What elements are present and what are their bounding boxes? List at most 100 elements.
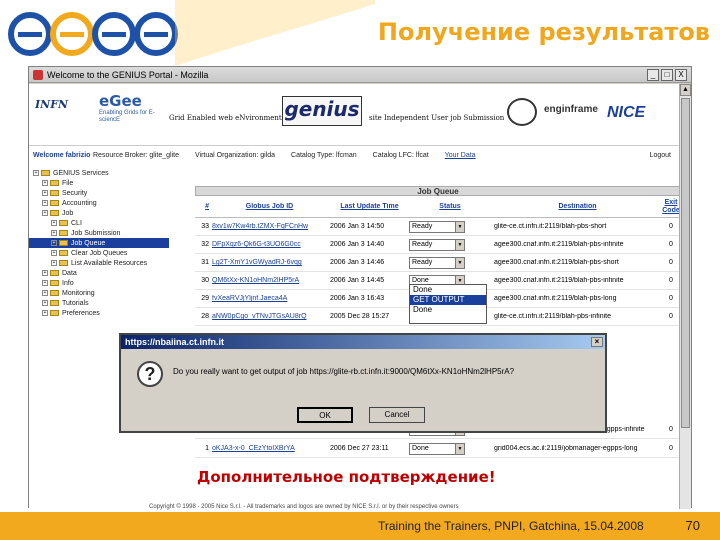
folder-icon bbox=[59, 250, 68, 256]
sidebar-item[interactable]: + Security bbox=[29, 188, 169, 198]
sidebar-item[interactable]: + Accounting bbox=[29, 198, 169, 208]
chevron-down-icon[interactable]: ▼ bbox=[455, 239, 464, 250]
sidebar-item[interactable]: + Tutorials bbox=[29, 298, 169, 308]
col-status[interactable]: Status bbox=[409, 203, 491, 210]
status-select[interactable]: Ready ▼ bbox=[409, 256, 465, 269]
expand-icon[interactable]: + bbox=[42, 280, 48, 286]
infn-logo: INFN bbox=[35, 98, 69, 111]
expand-icon[interactable]: + bbox=[51, 220, 57, 226]
expand-icon[interactable]: + bbox=[42, 300, 48, 306]
expand-icon[interactable]: + bbox=[42, 200, 48, 206]
page-number: 70 bbox=[685, 518, 700, 533]
status-select[interactable]: Ready ▼ bbox=[409, 238, 465, 251]
col-last-update[interactable]: Last Update Time bbox=[327, 203, 409, 210]
logout-link[interactable]: Logout bbox=[650, 152, 671, 159]
expand-icon[interactable]: + bbox=[51, 250, 57, 256]
expand-icon[interactable]: + bbox=[42, 180, 48, 186]
expand-icon[interactable]: + bbox=[51, 240, 57, 246]
maximize-button[interactable]: □ bbox=[661, 68, 673, 81]
ok-button[interactable]: OK bbox=[297, 407, 353, 423]
expand-icon[interactable]: + bbox=[51, 260, 57, 266]
dropdown-option-get-output[interactable]: GET OUTPUT bbox=[410, 295, 486, 305]
folder-icon bbox=[41, 170, 50, 176]
resource-broker-label: Resource Broker: glite_glite bbox=[93, 151, 179, 159]
dialog-titlebar: https://nbaiina.ct.infn.it × bbox=[121, 335, 605, 349]
job-time: 2006 Jan 3 14:40 bbox=[330, 241, 385, 248]
expand-icon[interactable]: + bbox=[42, 310, 48, 316]
job-destination: agee300.cnaf.infn.it:2119/blah-pbs-short bbox=[494, 259, 619, 266]
dropdown-option[interactable]: Done bbox=[410, 285, 486, 295]
expand-icon[interactable]: + bbox=[51, 230, 57, 236]
sidebar-item[interactable]: + Info bbox=[29, 278, 169, 288]
sidebar-item[interactable]: + List Available Resources bbox=[29, 258, 169, 268]
sidebar-item-label: Preferences bbox=[62, 309, 100, 317]
sidebar-item-label: Data bbox=[62, 269, 77, 277]
vertical-scrollbar[interactable]: ▲ bbox=[679, 84, 691, 509]
genius-services-tree: + GENIUS Services + File + Security + Accountin… bbox=[29, 168, 169, 328]
job-id-link[interactable]: aNW0pCgo_vTNvJTGsAU8rQ bbox=[209, 313, 327, 320]
mozilla-icon bbox=[33, 69, 43, 80]
dialog-title: https://nbaiina.ct.infn.it bbox=[125, 337, 224, 347]
sidebar-item[interactable]: + Job Submission bbox=[29, 228, 169, 238]
job-number: 33 bbox=[201, 223, 209, 230]
job-id-link[interactable]: QM6tXx-KN1oHNm2lHP5rA bbox=[209, 277, 327, 284]
status-dropdown[interactable]: Done GET OUTPUT Done bbox=[409, 284, 487, 324]
sidebar-item[interactable]: + File bbox=[29, 178, 169, 188]
sidebar-item[interactable]: + Data bbox=[29, 268, 169, 278]
expand-icon[interactable]: + bbox=[42, 190, 48, 196]
job-id-link[interactable]: fvXeaRVJjYljnf.Jaeca4A bbox=[209, 295, 327, 302]
status-value: Done bbox=[412, 445, 429, 452]
chevron-down-icon[interactable]: ▼ bbox=[455, 443, 464, 454]
expand-icon[interactable]: + bbox=[42, 270, 48, 276]
minimize-button[interactable]: _ bbox=[647, 68, 659, 81]
copyright-text: Copyright © 1998 - 2005 Nice S.r.l. - Al… bbox=[149, 504, 459, 510]
table-row: 1 oKJA3-x-0_CEzYtoIXBrYA 2006 Dec 27 23:11… bbox=[195, 440, 681, 458]
job-id-link[interactable]: 8xv1w7Kw4rb.tZMX-FqFCnHw bbox=[209, 223, 327, 230]
sidebar-item[interactable]: + Clear Job Queues bbox=[29, 248, 169, 258]
scroll-up-icon[interactable]: ▲ bbox=[680, 84, 691, 96]
job-time: 2006 Dec 27 23:11 bbox=[330, 445, 389, 452]
job-id-link[interactable]: oKJA3-x-0_CEzYtoIXBrYA bbox=[209, 445, 327, 452]
dialog-message: Do you really want to get output of job … bbox=[173, 367, 515, 376]
job-status-cell: Ready ▼ bbox=[409, 220, 491, 233]
job-exit-code: 0 bbox=[669, 313, 673, 320]
col-exit-code[interactable]: Exit Code bbox=[661, 199, 681, 215]
col-job-id[interactable]: Globus Job ID bbox=[209, 203, 327, 210]
dialog-close-icon[interactable]: × bbox=[591, 337, 603, 347]
col-number[interactable]: # bbox=[195, 203, 209, 210]
sidebar-item-label: Job Submission bbox=[71, 229, 121, 237]
sidebar-item[interactable]: + Job Queue bbox=[29, 238, 169, 248]
close-button[interactable]: X bbox=[675, 68, 687, 81]
sidebar-item[interactable]: + Job bbox=[29, 208, 169, 218]
job-status-cell: Ready ▼ bbox=[409, 238, 491, 251]
dropdown-option[interactable]: Done bbox=[410, 305, 486, 315]
chevron-down-icon[interactable]: ▼ bbox=[455, 257, 464, 268]
cancel-button[interactable]: Cancel bbox=[369, 407, 425, 423]
slide-header: Получение результатов bbox=[0, 0, 720, 66]
status-select[interactable]: Ready ▼ bbox=[409, 220, 465, 233]
nice-logo: NICE bbox=[607, 104, 646, 121]
expand-icon[interactable]: + bbox=[33, 170, 39, 176]
job-id-link[interactable]: Lg2T-XmY1vGWyadRJ-6vqg bbox=[209, 259, 327, 266]
sidebar-item[interactable]: + Preferences bbox=[29, 308, 169, 318]
expand-icon[interactable]: + bbox=[42, 290, 48, 296]
folder-icon bbox=[50, 290, 59, 296]
browser-titlebar: Welcome to the GENIUS Portal - Mozilla _… bbox=[29, 67, 691, 83]
status-select[interactable]: Done ▼ bbox=[409, 442, 465, 455]
sidebar-item-label: List Available Resources bbox=[71, 259, 148, 267]
job-id-link[interactable]: DFpXqz6-Qk6G-t3UO6G0cc bbox=[209, 241, 327, 248]
sidebar-item[interactable]: + CLI bbox=[29, 218, 169, 228]
folder-icon bbox=[50, 280, 59, 286]
col-destination[interactable]: Destination bbox=[491, 203, 661, 210]
job-status-cell: Done ▼ bbox=[409, 442, 491, 455]
expand-icon[interactable]: + bbox=[42, 210, 48, 216]
job-destination: grid004.ecs.ac.il:2119/jobmanager-egpps-… bbox=[494, 445, 638, 452]
job-destination: agee300.cnaf.infn.it:2119/blah-pbs-long bbox=[494, 295, 617, 302]
chevron-down-icon[interactable]: ▼ bbox=[455, 221, 464, 232]
your-data-link[interactable]: Your Data bbox=[445, 152, 476, 159]
scroll-thumb[interactable] bbox=[681, 98, 690, 428]
folder-icon bbox=[50, 200, 59, 206]
sidebar-item[interactable]: + GENIUS Services bbox=[29, 168, 169, 178]
job-exit-code: 0 bbox=[669, 295, 673, 302]
sidebar-item[interactable]: + Monitoring bbox=[29, 288, 169, 298]
